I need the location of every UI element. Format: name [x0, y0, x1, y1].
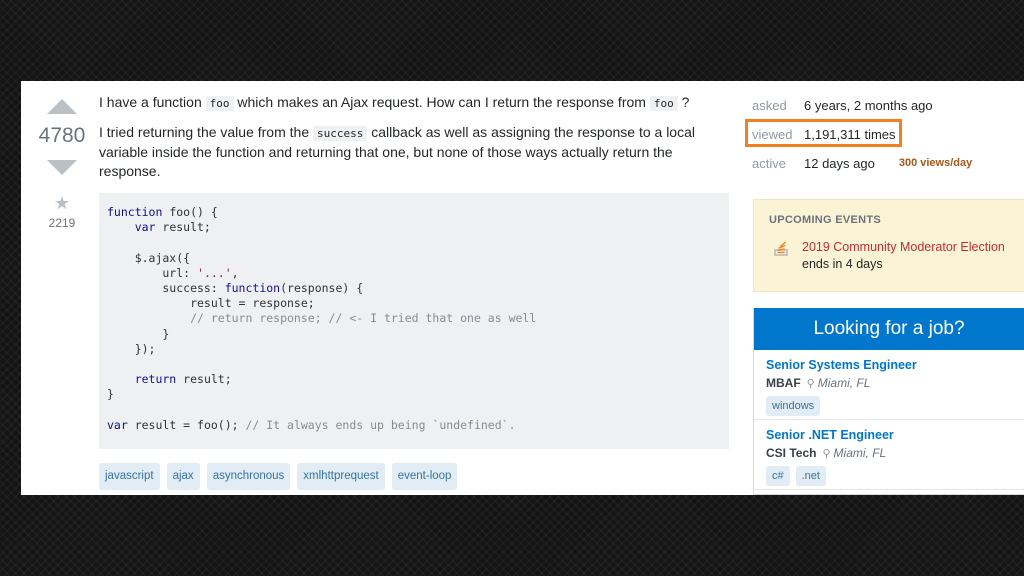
job-title-link[interactable]: Senior Systems Engineer	[766, 358, 1012, 372]
code-block: function foo() { var result; $.ajax({ ur…	[99, 193, 729, 449]
code-text: result;	[176, 372, 232, 387]
favorite-star-icon[interactable]: ★	[33, 193, 91, 214]
event-item: 2019 Community Moderator Election ends i…	[754, 226, 1024, 271]
stat-value[interactable]: 12 days ago	[804, 156, 875, 171]
question-paragraph-1: I have a function foo which makes an Aja…	[99, 93, 731, 113]
code-keyword: var	[107, 417, 128, 432]
code-text: }	[107, 387, 114, 402]
jobs-header[interactable]: Looking for a job?	[754, 308, 1024, 350]
stat-label: asked	[752, 97, 787, 113]
stack-overflow-icon	[774, 240, 802, 271]
code-text: $.ajax({	[107, 250, 191, 265]
tag-list: javascript ajax asynchronous xmlhttprequ…	[99, 463, 731, 490]
code-keyword: var	[107, 220, 156, 235]
code-text: success:	[107, 281, 225, 296]
job-meta: CSI Tech ⚲ Miami, FL	[766, 446, 1012, 460]
inline-code: success	[313, 126, 368, 141]
vote-column: 4780 ★ 2219	[33, 99, 91, 230]
job-company: CSI Tech	[766, 446, 817, 460]
question-stats: asked 6 years, 2 months ago viewed 1,191…	[745, 92, 1012, 179]
job-company: MBAF	[766, 376, 801, 390]
code-text: result = foo();	[127, 417, 246, 432]
question-paragraph-2: I tried returning the value from the suc…	[99, 123, 731, 181]
code-text: }	[107, 326, 170, 341]
job-tag-csharp[interactable]: c#	[766, 466, 790, 486]
code-text: url:	[107, 265, 198, 280]
downvote-arrow-icon[interactable]	[47, 160, 77, 175]
tag-event-loop[interactable]: event-loop	[391, 463, 458, 490]
events-title: UPCOMING EVENTS	[769, 214, 882, 226]
stat-viewed: viewed 1,191,311 times	[745, 119, 1012, 147]
job-tags: windows	[766, 396, 1012, 416]
location-pin-icon: ⚲	[822, 447, 831, 460]
stat-value[interactable]: 6 years, 2 months ago	[804, 98, 933, 113]
code-text: ,	[231, 265, 239, 280]
tag-asynchronous[interactable]: asynchronous	[206, 463, 291, 490]
job-meta: MBAF ⚲ Miami, FL	[766, 376, 1012, 390]
job-item: Senior Systems Engineer MBAF ⚲ Miami, FL …	[754, 350, 1024, 420]
job-location-text: Miami, FL	[833, 446, 887, 460]
code-keyword: function	[224, 281, 281, 296]
code-comment: // It always ends up being `undefined`.	[245, 417, 516, 432]
highlight-box	[745, 119, 902, 147]
location-pin-icon: ⚲	[806, 377, 815, 390]
job-location-text: Miami, FL	[817, 376, 871, 390]
favorite-count: 2219	[48, 216, 76, 230]
job-tag-dotnet[interactable]: .net	[795, 466, 826, 486]
event-countdown: ends in 4 days	[802, 257, 883, 271]
job-tags: c# .net	[766, 466, 1012, 486]
text: I have a function	[99, 94, 206, 110]
job-location: ⚲ Miami, FL	[822, 446, 886, 460]
jobs-panel: Looking for a job? Senior Systems Engine…	[753, 308, 1024, 495]
tag-xmlhttprequest[interactable]: xmlhttprequest	[297, 463, 385, 490]
stat-asked: asked 6 years, 2 months ago	[752, 92, 1012, 118]
job-tag-windows[interactable]: windows	[766, 396, 821, 416]
upvote-arrow-icon[interactable]	[47, 99, 77, 114]
upcoming-events-panel: UPCOMING EVENTS 2019 Community Moderator…	[753, 199, 1024, 292]
job-title-link[interactable]: Senior .NET Engineer	[766, 428, 1012, 442]
tag-ajax[interactable]: ajax	[166, 463, 200, 490]
vote-count: 4780	[38, 124, 86, 147]
code-text: result = response;	[107, 296, 315, 311]
code-string: '...'	[197, 265, 232, 280]
code-text: });	[107, 341, 156, 356]
code-text: result;	[155, 220, 211, 235]
inline-code: foo	[205, 96, 234, 111]
text: ?	[677, 94, 690, 110]
code-comment: // return response; // <- I tried that o…	[107, 311, 537, 326]
code-text: (response) {	[280, 281, 364, 296]
code-text: foo() {	[162, 205, 218, 219]
views-per-day: 300 views/day	[898, 157, 973, 169]
stat-active: active 12 days ago 300 views/day	[752, 150, 1012, 176]
screenshot-panel: 4780 ★ 2219 I have a function foo which …	[21, 81, 1024, 495]
text: which makes an Ajax request. How can I r…	[233, 94, 650, 110]
code-keyword: function	[107, 205, 163, 219]
job-location: ⚲ Miami, FL	[807, 376, 871, 390]
question-body: I have a function foo which makes an Aja…	[99, 93, 731, 490]
job-item: Senior .NET Engineer CSI Tech ⚲ Miami, FL…	[754, 420, 1024, 490]
code-keyword: return	[107, 372, 177, 387]
event-link[interactable]: 2019 Community Moderator Election	[802, 240, 1005, 254]
stat-label: active	[752, 155, 786, 171]
tag-javascript[interactable]: javascript	[99, 463, 160, 490]
inline-code: foo	[649, 96, 678, 111]
text: I tried returning the value from the	[99, 124, 313, 140]
